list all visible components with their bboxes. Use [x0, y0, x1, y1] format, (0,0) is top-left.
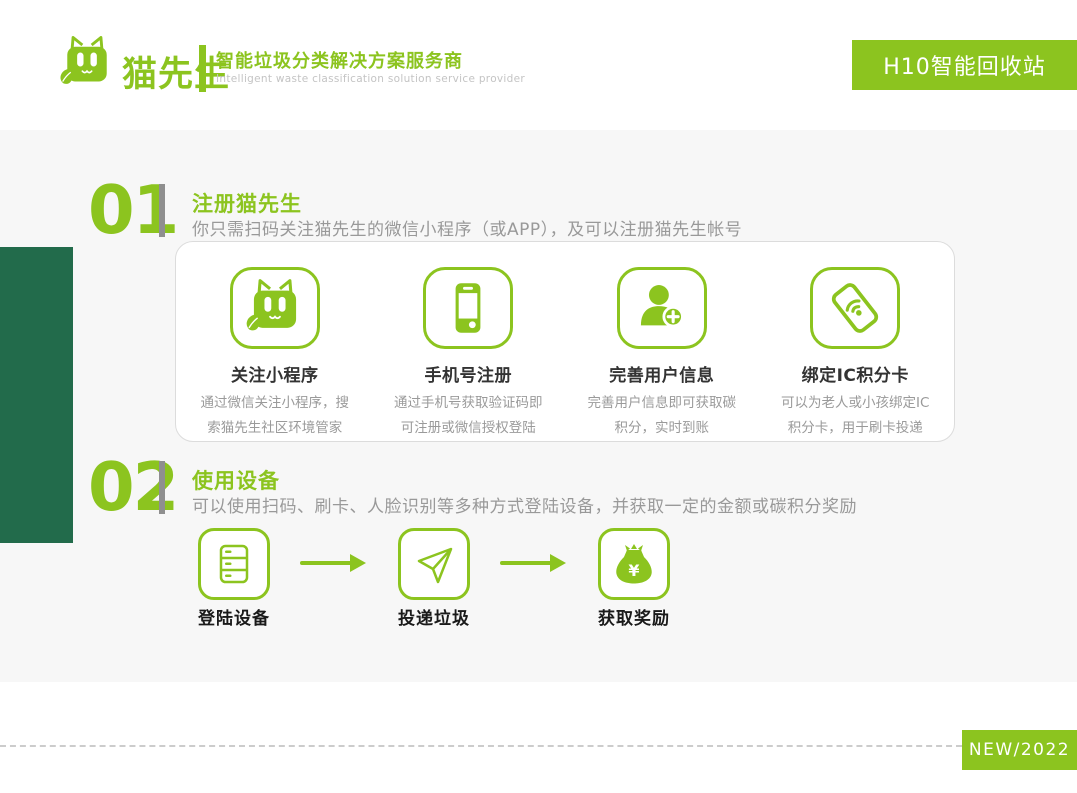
product-model-badge[interactable]: H10智能回收站	[852, 40, 1077, 90]
arrow-right-icon	[300, 551, 368, 575]
step1-divider-bar	[159, 184, 165, 237]
flow3-icon-frame: ¥	[598, 528, 670, 600]
flow1-label: 登陆设备	[164, 604, 304, 629]
brochure-page: 猫先生 智能垃圾分类解决方案服务商 Intelligent waste clas…	[0, 0, 1077, 793]
card2-icon-frame	[423, 267, 513, 349]
svg-text:¥: ¥	[628, 561, 639, 580]
step2-title: 使用设备	[192, 465, 280, 495]
arrow-right-icon	[500, 551, 568, 575]
step2-divider-bar	[159, 461, 165, 514]
card3-description: 完善用户信息即可获取碳 积分，实时到账	[588, 391, 737, 441]
card-follow-miniprogram: 关注小程序 通过微信关注小程序，搜 索猫先生社区环境管家	[178, 242, 372, 441]
mini-program-cat-icon	[244, 277, 306, 339]
card4-title: 绑定IC积分卡	[802, 361, 909, 386]
brand-name: 猫先生	[122, 46, 230, 97]
step1-title: 注册猫先生	[192, 188, 302, 218]
card1-title: 关注小程序	[231, 361, 319, 386]
card1-icon-frame	[230, 267, 320, 349]
card1-description: 通过微信关注小程序，搜 索猫先生社区环境管家	[201, 391, 350, 441]
step1-description: 你只需扫码关注猫先生的微信小程序（或APP），及可以注册猫先生帐号	[192, 215, 742, 240]
header: 猫先生 智能垃圾分类解决方案服务商 Intelligent waste clas…	[0, 0, 1077, 130]
user-add-icon	[631, 277, 693, 339]
card4-description: 可以为老人或小孩绑定IC 积分卡，用于刷卡投递	[781, 391, 929, 441]
cat-logo-icon	[58, 34, 116, 92]
card3-icon-frame	[617, 267, 707, 349]
device-terminal-icon	[209, 539, 259, 589]
ic-card-nfc-icon	[824, 277, 886, 339]
card4-icon-frame	[810, 267, 900, 349]
money-bag-icon: ¥	[609, 539, 659, 589]
flow2-icon-frame	[398, 528, 470, 600]
bottom-dashed-line	[0, 745, 962, 747]
card-complete-profile: 完善用户信息 完善用户信息即可获取碳 积分，实时到账	[565, 242, 759, 441]
flow2-label: 投递垃圾	[364, 604, 504, 629]
card-phone-register: 手机号注册 通过手机号获取验证码即 可注册或微信授权登陆	[372, 242, 566, 441]
flow3-label: 获取奖励	[564, 604, 704, 629]
tagline-chinese: 智能垃圾分类解决方案服务商	[216, 47, 463, 73]
card3-title: 完善用户信息	[609, 361, 714, 386]
card-bind-ic-card: 绑定IC积分卡 可以为老人或小孩绑定IC 积分卡，用于刷卡投递	[759, 242, 953, 441]
new-year-badge: NEW/2022	[962, 730, 1077, 770]
card2-title: 手机号注册	[425, 361, 513, 386]
left-accent-rectangle	[0, 247, 73, 543]
registration-cards-panel: 关注小程序 通过微信关注小程序，搜 索猫先生社区环境管家 手机号注册 通过手机号…	[175, 241, 955, 442]
step2-description: 可以使用扫码、刷卡、人脸识别等多种方式登陆设备，并获取一定的金额或碳积分奖励	[192, 492, 857, 517]
brand-divider	[199, 45, 206, 92]
flow1-icon-frame	[198, 528, 270, 600]
paper-plane-icon	[409, 539, 459, 589]
card2-description: 通过手机号获取验证码即 可注册或微信授权登陆	[394, 391, 543, 441]
phone-icon	[437, 277, 499, 339]
tagline-english: Intelligent waste classification solutio…	[216, 73, 525, 85]
